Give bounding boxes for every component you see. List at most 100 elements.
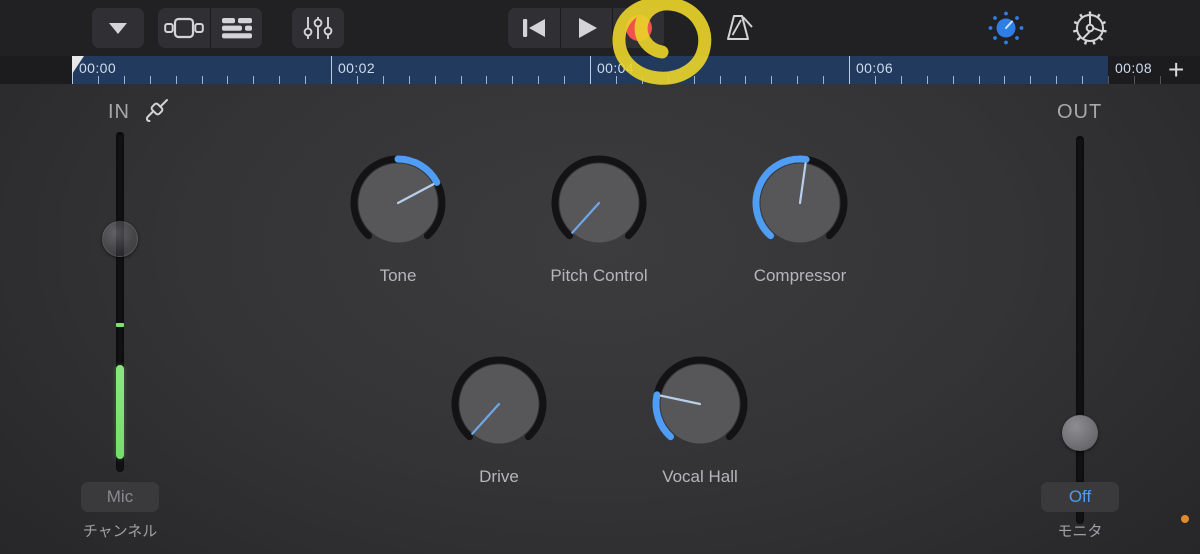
knob-tone[interactable]: Tone [343, 148, 453, 286]
knob-tone-dial[interactable] [343, 148, 453, 258]
knob-vocal-hall[interactable]: Vocal Hall [645, 349, 755, 487]
output-label: OUT [1057, 101, 1103, 123]
rewind-icon [523, 19, 545, 37]
input-label: IN [108, 101, 130, 123]
settings-button[interactable] [1064, 8, 1116, 48]
ruler-minor-tick [382, 76, 384, 84]
knob-compressor-label: Compressor [753, 266, 847, 285]
ruler-minor-tick [978, 76, 980, 84]
knob-drive-dial[interactable] [444, 349, 554, 459]
ruler-minor-tick [667, 76, 669, 84]
tracks-list-button[interactable] [210, 8, 262, 48]
output-fader-knob[interactable] [1062, 415, 1098, 451]
mixer-group [292, 8, 344, 48]
ruler-major-tick [849, 56, 850, 84]
ruler-minor-tick [615, 76, 617, 84]
ruler-minor-tick [123, 76, 125, 84]
ruler-time-label: 00:00 [79, 60, 117, 76]
ruler-minor-tick [97, 76, 99, 84]
ruler-major-tick [331, 56, 332, 84]
ruler-minor-tick [512, 76, 514, 84]
faders-icon [303, 17, 333, 39]
ruler-minor-tick [253, 76, 255, 84]
knob-compressor[interactable]: Compressor [745, 148, 855, 286]
fx-button[interactable] [980, 8, 1032, 48]
ruler-minor-tick [305, 76, 307, 84]
ruler-minor-tick [641, 76, 643, 84]
ruler-major-tick [590, 56, 591, 84]
ruler-minor-tick [693, 76, 695, 84]
ruler-minor-tick [952, 76, 954, 84]
ruler-minor-tick [434, 76, 436, 84]
audio-recorder-panel: IN Mic チャンネル OUT Off モニタ Tone Pitch Cont… [0, 84, 1200, 554]
channel-caption: チャンネル [82, 523, 158, 540]
ruler-minor-tick [1030, 76, 1032, 84]
knob-pitch-control[interactable]: Pitch Control [544, 148, 654, 286]
tracks-list-icon [221, 18, 252, 39]
instrument-view-button[interactable] [158, 8, 210, 48]
monitor-button[interactable]: Off [1041, 482, 1119, 512]
chevron-down-button[interactable] [92, 8, 144, 48]
fx-knob-icon [988, 11, 1024, 45]
recording-indicator-dot [1181, 515, 1189, 523]
ruler-minor-tick [408, 76, 410, 84]
ruler-minor-tick [201, 76, 203, 84]
ruler-minor-tick [1159, 76, 1161, 84]
ruler-minor-tick [926, 76, 928, 84]
ruler-minor-tick [356, 76, 358, 84]
ruler-minor-tick [1082, 76, 1084, 84]
ruler-minor-tick [797, 76, 799, 84]
ruler-track[interactable]: 00:00 00:02 00:04 00:06 00:08 [72, 56, 1163, 84]
play-icon [578, 18, 597, 38]
input-fader-knob[interactable] [102, 221, 138, 257]
transport-group [508, 8, 664, 48]
knob-pitch-control-label: Pitch Control [550, 266, 648, 285]
gear-icon [1072, 11, 1107, 45]
channel-button[interactable]: Mic [81, 482, 159, 512]
chevron-down-icon [109, 23, 127, 34]
knob-compressor-dial[interactable] [745, 148, 855, 258]
ruler-minor-tick [460, 76, 462, 84]
garageband-screen: 00:00 00:02 00:04 00:06 00:08 + IN Mic チャンネル… [0, 0, 1200, 554]
knob-vocal-hall-dial[interactable] [645, 349, 755, 459]
audio-jack-icon-glyph [145, 99, 168, 122]
ruler-minor-tick [745, 76, 747, 84]
navigation-group [92, 8, 144, 48]
ruler-minor-tick [1108, 76, 1109, 84]
ruler-minor-tick [874, 76, 876, 84]
knob-pitch-control-dial[interactable] [544, 148, 654, 258]
input-level-meter [116, 365, 124, 459]
play-button[interactable] [560, 8, 612, 48]
metronome-off-icon [727, 15, 753, 40]
top-toolbar [0, 0, 1200, 56]
knob-drive[interactable]: Drive [444, 349, 554, 487]
ruler-minor-tick [1056, 76, 1058, 84]
knob-vocal-hall-label: Vocal Hall [662, 467, 738, 486]
ruler-minor-tick [771, 76, 773, 84]
view-group [158, 8, 262, 48]
ruler-time-label: 00:02 [338, 60, 376, 76]
ruler-minor-tick [227, 76, 229, 84]
timeline-ruler[interactable]: 00:00 00:02 00:04 00:06 00:08 [0, 56, 1200, 84]
rewind-button[interactable] [508, 8, 560, 48]
playhead[interactable] [72, 56, 84, 74]
right-toolbar-group [980, 8, 1116, 48]
ruler-time-label: 00:08 [1115, 60, 1153, 76]
mixer-button[interactable] [292, 8, 344, 48]
ruler-minor-tick [719, 76, 721, 84]
ruler-minor-tick [175, 76, 177, 84]
ruler-time-label: 00:06 [856, 60, 894, 76]
knob-tone-label: Tone [379, 266, 417, 285]
ruler-minor-tick [538, 76, 540, 84]
ruler-minor-tick [564, 76, 566, 84]
instrument-view-icon [164, 17, 204, 39]
knob-drive-label: Drive [479, 467, 519, 486]
add-track-button[interactable]: + [1168, 56, 1184, 84]
record-button[interactable] [612, 8, 664, 48]
output-fader-track[interactable] [1076, 136, 1084, 524]
ruler-minor-tick [279, 76, 281, 84]
metronome-button[interactable] [712, 8, 764, 48]
audio-jack-icon[interactable] [141, 98, 171, 131]
ruler-minor-tick [1133, 76, 1135, 84]
ruler-minor-tick [486, 76, 488, 84]
